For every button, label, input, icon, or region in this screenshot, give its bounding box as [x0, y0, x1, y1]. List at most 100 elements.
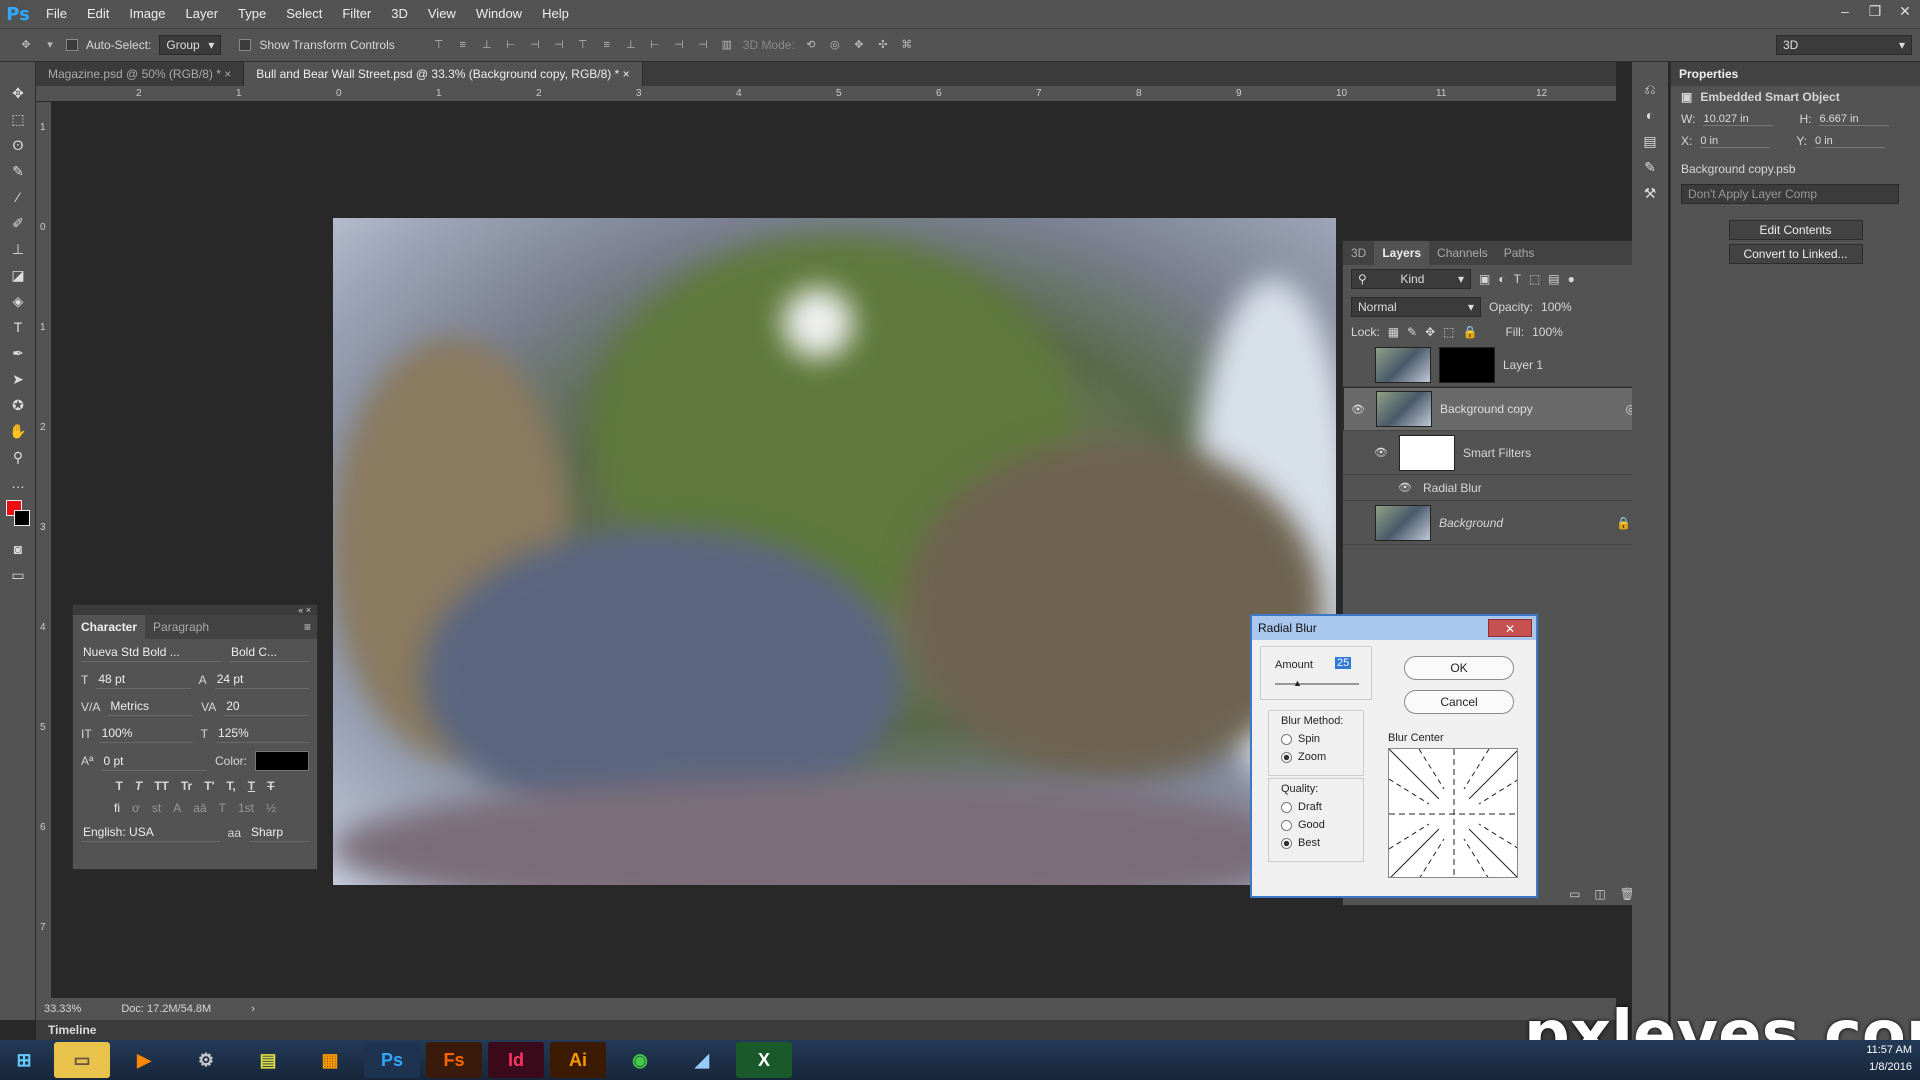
smart-filters-row[interactable]: 👁 Smart Filters	[1343, 431, 1655, 475]
amount-input[interactable]: 25	[1335, 657, 1352, 669]
align-vcenter-icon[interactable]: ≡	[455, 37, 471, 53]
indesign-taskbar-icon[interactable]: Id	[488, 1042, 544, 1078]
small-caps-button[interactable]: Tr	[181, 779, 192, 793]
layer-comp-select[interactable]: Don't Apply Layer Comp	[1681, 184, 1899, 204]
document-canvas[interactable]	[333, 218, 1336, 885]
stylistic-alternates-button[interactable]: st	[152, 801, 161, 815]
cancel-button[interactable]: Cancel	[1404, 690, 1514, 714]
panel-menu-icon[interactable]: ≡	[304, 615, 317, 639]
align-bottom-icon[interactable]: ⊥	[479, 37, 495, 53]
kerning-field[interactable]: Metrics	[108, 697, 194, 716]
align-left-icon[interactable]: ⊢	[503, 37, 519, 53]
align-hcenter-icon[interactable]: ⊣	[527, 37, 543, 53]
menu-help[interactable]: Help	[532, 0, 579, 28]
paint-bucket-tool-icon[interactable]: ◈	[0, 288, 36, 314]
chevron-right-icon[interactable]: ›	[251, 1003, 255, 1015]
ordinals-button[interactable]: 1st	[238, 801, 254, 815]
workspace-dropdown[interactable]: 3D ▾	[1776, 35, 1912, 55]
distribute-right-icon[interactable]: ⊣	[695, 37, 711, 53]
brush-presets-icon[interactable]: ✎	[1632, 154, 1668, 180]
filter-pixel-icon[interactable]: ▣	[1479, 272, 1490, 286]
font-size-field[interactable]: 48 pt	[96, 670, 191, 689]
clock[interactable]: 11:57 AM 1/8/2016	[1866, 1042, 1912, 1076]
x-field[interactable]: 0 in	[1700, 135, 1771, 148]
align-right-icon[interactable]: ⊣	[551, 37, 567, 53]
antialias-select[interactable]: Sharp	[249, 823, 309, 842]
menu-file[interactable]: File	[36, 0, 77, 28]
draft-radio[interactable]	[1281, 801, 1292, 813]
menu-type[interactable]: Type	[228, 0, 276, 28]
zoom-tool-icon[interactable]: ⚲	[0, 444, 36, 470]
font-family-select[interactable]: Nueva Std Bold ...	[81, 643, 221, 662]
y-field[interactable]: 0 in	[1815, 135, 1886, 148]
titling-alternates-button[interactable]: aā	[193, 801, 206, 815]
amount-slider[interactable]	[1275, 683, 1359, 685]
menu-filter[interactable]: Filter	[332, 0, 381, 28]
leading-field[interactable]: 24 pt	[214, 670, 310, 689]
type-tool-icon[interactable]: T	[0, 314, 36, 340]
layer-mask-thumbnail[interactable]	[1439, 346, 1495, 383]
align-top-icon[interactable]: ⊤	[431, 37, 447, 53]
good-radio[interactable]	[1281, 819, 1292, 831]
menu-view[interactable]: View	[418, 0, 466, 28]
lock-image-icon[interactable]: ✎	[1407, 325, 1417, 339]
tab-magazine[interactable]: Magazine.psd @ 50% (RGB/8) * ×	[36, 62, 245, 86]
blur-center-preview[interactable]	[1388, 748, 1518, 878]
blend-mode-select[interactable]: Normal ▾	[1351, 297, 1481, 317]
underline-button[interactable]: T	[248, 779, 255, 793]
menu-layer[interactable]: Layer	[176, 0, 229, 28]
move-tool-icon[interactable]: ✥	[18, 37, 34, 53]
filter-type-icon[interactable]: T	[1514, 272, 1521, 286]
baseline-shift-field[interactable]: 0 pt	[101, 752, 207, 771]
distribute-top-icon[interactable]: ⊤	[575, 37, 591, 53]
zoom-radio[interactable]	[1281, 751, 1292, 763]
filter-shape-icon[interactable]: ⬚	[1529, 272, 1540, 286]
auto-select-checkbox[interactable]	[66, 39, 78, 51]
width-field[interactable]: 10.027 in	[1703, 113, 1774, 126]
excel-taskbar-icon[interactable]: X	[736, 1042, 792, 1078]
close-icon[interactable]: ×	[623, 67, 630, 81]
app-icon[interactable]: ◢	[674, 1042, 730, 1078]
app-icon[interactable]: ▦	[302, 1042, 358, 1078]
spin-radio[interactable]	[1281, 733, 1292, 745]
3d-orbit-icon[interactable]: ⟲	[803, 37, 819, 53]
background-color-swatch[interactable]	[14, 510, 30, 526]
restore-icon[interactable]: ❐	[1860, 0, 1890, 22]
convert-to-linked-button[interactable]: Convert to Linked...	[1728, 244, 1863, 264]
ligatures-button[interactable]: fi	[114, 801, 120, 815]
pen-tool-icon[interactable]: ✒	[0, 340, 36, 366]
3d-scale-icon[interactable]: ⌘	[899, 37, 915, 53]
close-icon[interactable]: ×	[306, 605, 311, 615]
tracking-field[interactable]: 20	[224, 697, 309, 716]
minimize-icon[interactable]: –	[1830, 0, 1860, 22]
app-icon[interactable]: ⚙	[178, 1042, 234, 1078]
path-select-tool-icon[interactable]: ➤	[0, 366, 36, 392]
faux-italic-button[interactable]: T	[135, 779, 142, 793]
auto-select-dropdown[interactable]: Group ▾	[159, 35, 222, 55]
language-select[interactable]: English: USA	[81, 823, 220, 842]
media-player-icon[interactable]: ▶	[116, 1042, 172, 1078]
best-radio[interactable]	[1281, 837, 1292, 849]
swash-button[interactable]: A	[173, 801, 181, 815]
transform-controls-checkbox[interactable]	[239, 39, 252, 51]
move-tool-icon[interactable]: ✥	[0, 80, 36, 106]
distribute-vcenter-icon[interactable]: ≡	[599, 37, 615, 53]
ok-button[interactable]: OK	[1404, 656, 1514, 680]
filter-row[interactable]: 👁 Radial Blur ≡	[1343, 475, 1655, 501]
zoom-level[interactable]: 33.33%	[44, 1003, 81, 1015]
close-icon[interactable]: ✕	[1890, 0, 1920, 22]
vertical-scale-field[interactable]: 100%	[99, 724, 193, 743]
more-tools-icon[interactable]: …	[0, 470, 36, 496]
lock-all-icon[interactable]: 🔒	[1463, 325, 1478, 339]
lasso-tool-icon[interactable]: ʘ	[0, 132, 36, 158]
menu-window[interactable]: Window	[466, 0, 532, 28]
explorer-icon[interactable]: ▭	[54, 1042, 110, 1078]
lock-artboard-icon[interactable]: ⬚	[1443, 325, 1454, 339]
close-button[interactable]: ✕	[1488, 619, 1532, 637]
menu-image[interactable]: Image	[119, 0, 175, 28]
brush-tool-icon[interactable]: ✐	[0, 210, 36, 236]
new-group-icon[interactable]: ▭	[1569, 887, 1580, 901]
tab-paragraph[interactable]: Paragraph	[145, 615, 217, 639]
distribute-left-icon[interactable]: ⊢	[647, 37, 663, 53]
filter-adjust-icon[interactable]: ◐	[1498, 272, 1505, 286]
